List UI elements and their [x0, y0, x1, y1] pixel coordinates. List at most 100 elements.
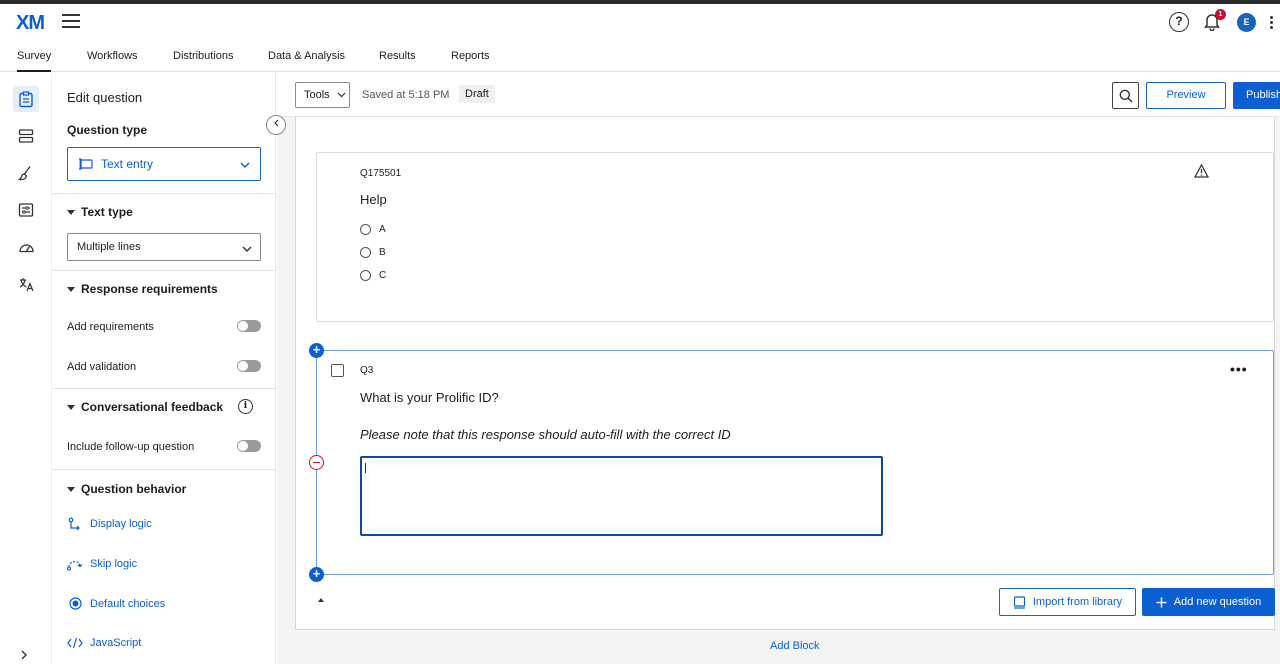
add-requirements-toggle[interactable]: [237, 320, 261, 332]
tab-reports[interactable]: Reports: [451, 50, 490, 62]
publish-button[interactable]: Publish: [1233, 82, 1280, 109]
follow-up-toggle[interactable]: [237, 440, 261, 452]
chevron-down-icon: [240, 158, 250, 172]
info-icon[interactable]: i: [238, 399, 253, 414]
follow-up-label: Include follow-up question: [67, 441, 195, 453]
add-block-link[interactable]: Add Block: [770, 640, 820, 652]
tab-survey[interactable]: Survey: [17, 50, 52, 72]
import-from-library-button[interactable]: Import from library: [999, 588, 1136, 616]
left-rail: [0, 73, 52, 664]
skip-logic-icon: [67, 557, 83, 571]
chevron-down-icon: [337, 92, 346, 98]
radio-icon: [360, 224, 371, 235]
question-type-label: Question type: [67, 123, 148, 137]
question-card-selected[interactable]: Q3 ••• What is your Prolific ID? Please …: [316, 350, 1274, 575]
question-id: Q3: [360, 365, 374, 376]
add-new-question-button[interactable]: Add new question: [1142, 588, 1275, 616]
divider: [52, 270, 276, 271]
add-requirements-label: Add requirements: [67, 321, 154, 333]
plus-icon: [1156, 597, 1167, 607]
expand-rail-icon[interactable]: [20, 649, 28, 663]
display-logic-link[interactable]: Display logic: [67, 517, 152, 531]
survey-canvas: Tools Saved at 5:18 PM Draft Preview Pub…: [277, 73, 1280, 664]
conversational-feedback-label[interactable]: Conversational feedback: [67, 400, 223, 414]
menu-icon[interactable]: [62, 14, 80, 30]
choice-c[interactable]: C: [360, 270, 386, 281]
chevron-down-icon: [242, 242, 252, 256]
question-card[interactable]: Q175501 Help A B C: [316, 152, 1274, 322]
help-icon[interactable]: ?: [1169, 12, 1189, 32]
avatar[interactable]: E: [1237, 13, 1256, 32]
text-cursor: [365, 463, 366, 473]
insert-question-above-button[interactable]: +: [309, 343, 324, 358]
survey-block: Q175501 Help A B C Q3 ••• What is your P…: [295, 117, 1275, 630]
remove-question-button[interactable]: [309, 455, 324, 470]
more-options-icon[interactable]: •••: [1230, 361, 1248, 377]
text-type-select[interactable]: Multiple lines: [67, 233, 261, 261]
question-note[interactable]: Please note that this response should au…: [360, 427, 731, 442]
divider: [52, 388, 276, 389]
survey-options-icon[interactable]: [13, 197, 39, 223]
text-entry-answer-box[interactable]: [360, 456, 883, 536]
divider: [52, 193, 276, 194]
tools-button[interactable]: Tools: [295, 82, 350, 108]
notification-badge: 1: [1215, 9, 1226, 20]
tab-distributions[interactable]: Distributions: [173, 50, 234, 62]
display-logic-icon: [67, 517, 83, 531]
question-select-checkbox[interactable]: [331, 364, 344, 377]
collapse-panel-button[interactable]: [266, 115, 286, 135]
app-header: XM ? 1 E: [0, 4, 1280, 42]
warning-icon[interactable]: [1193, 163, 1210, 181]
radio-icon: [360, 247, 371, 258]
look-and-feel-icon[interactable]: [13, 160, 39, 186]
tab-workflows[interactable]: Workflows: [87, 50, 138, 62]
question-type-select[interactable]: Text entry: [67, 147, 261, 181]
edit-question-panel: Edit question Question type Text entry T…: [52, 73, 286, 664]
main-tabs: Survey Workflows Distributions Data & An…: [0, 42, 1280, 72]
search-icon: [1119, 89, 1133, 103]
survey-editor-icon[interactable]: [13, 86, 39, 112]
question-behavior-label[interactable]: Question behavior: [67, 482, 186, 496]
caret-down-icon: [67, 487, 75, 493]
default-choices-link[interactable]: Default choices: [67, 597, 165, 610]
code-icon: [67, 637, 83, 649]
choice-b[interactable]: B: [360, 247, 386, 258]
divider: [52, 469, 276, 470]
radio-icon: [360, 270, 371, 281]
question-text[interactable]: What is your Prolific ID?: [360, 390, 499, 405]
xm-logo[interactable]: XM: [16, 12, 45, 35]
tab-data-analysis[interactable]: Data & Analysis: [268, 50, 345, 62]
text-type-value: Multiple lines: [77, 241, 141, 253]
search-button[interactable]: [1112, 82, 1139, 109]
caret-down-icon: [67, 287, 75, 293]
survey-toolbar: Tools Saved at 5:18 PM Draft Preview Pub…: [277, 73, 1280, 117]
caret-down-icon: [67, 210, 75, 216]
library-icon: [1013, 595, 1025, 609]
question-id: Q175501: [360, 168, 402, 179]
follow-up-row: Include follow-up question: [67, 440, 261, 453]
status-badge: Draft: [459, 85, 495, 103]
collapse-block-icon[interactable]: [318, 598, 324, 602]
panel-title: Edit question: [67, 90, 143, 105]
add-validation-row: Add validation: [67, 360, 261, 373]
add-validation-toggle[interactable]: [237, 360, 261, 372]
skip-logic-link[interactable]: Skip logic: [67, 557, 137, 571]
dashboard-gauge-icon[interactable]: [13, 234, 39, 260]
response-requirements-label[interactable]: Response requirements: [67, 282, 218, 296]
apps-icon[interactable]: [1270, 16, 1280, 30]
saved-status: Saved at 5:18 PM: [362, 89, 450, 101]
question-text[interactable]: Help: [360, 192, 387, 207]
survey-flow-icon[interactable]: [13, 123, 39, 149]
preview-button[interactable]: Preview: [1146, 82, 1226, 109]
insert-question-below-button[interactable]: +: [309, 567, 324, 582]
tab-results[interactable]: Results: [379, 50, 416, 62]
question-type-value: Text entry: [101, 157, 154, 171]
text-entry-icon: [78, 157, 93, 174]
radio-selected-icon: [67, 597, 83, 610]
caret-down-icon: [67, 405, 75, 411]
translate-icon[interactable]: [13, 271, 39, 297]
choice-a[interactable]: A: [360, 224, 386, 235]
text-type-label[interactable]: Text type: [67, 205, 133, 219]
add-requirements-row: Add requirements: [67, 320, 261, 333]
javascript-link[interactable]: JavaScript: [67, 637, 141, 649]
